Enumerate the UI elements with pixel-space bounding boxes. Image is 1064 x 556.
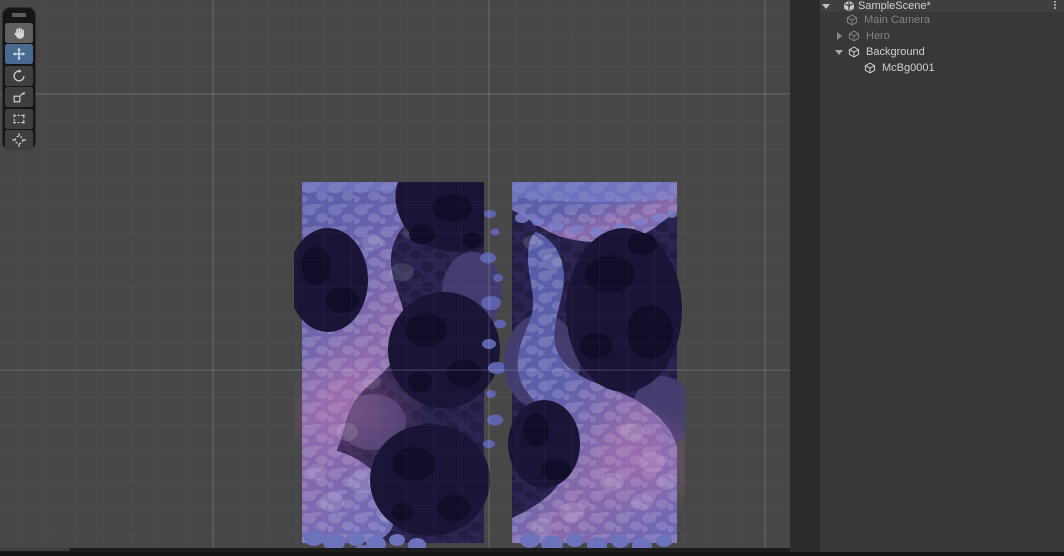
scene-viewport[interactable] bbox=[0, 0, 790, 548]
unity-editor-window: { "tool_overlay": { "tools": [ {"icon": … bbox=[0, 0, 1064, 556]
bottom-bar-notch bbox=[0, 548, 70, 551]
rect-icon bbox=[13, 114, 25, 123]
item-label: Background bbox=[866, 46, 925, 58]
foldout-expanded-icon[interactable] bbox=[822, 2, 830, 10]
gameobject-cube-icon bbox=[846, 14, 858, 26]
hierarchy-panel: SampleScene* Main Camera Hero Background… bbox=[790, 0, 1064, 552]
scale-tool-button[interactable] bbox=[5, 87, 33, 107]
move-icon bbox=[12, 47, 26, 61]
transform-icon bbox=[11, 132, 27, 148]
hierarchy-scene-row[interactable]: SampleScene* bbox=[820, 0, 1064, 12]
window-bottom-edge bbox=[0, 552, 1064, 556]
hierarchy-tree[interactable]: SampleScene* Main Camera Hero Background… bbox=[820, 0, 1064, 552]
pan-tool-button[interactable] bbox=[5, 22, 33, 43]
gameobject-cube-icon bbox=[864, 62, 876, 74]
hierarchy-item-main-camera[interactable]: Main Camera bbox=[820, 12, 1064, 28]
foldout-expanded-icon[interactable] bbox=[835, 48, 843, 56]
transform-tool-button[interactable] bbox=[5, 130, 33, 150]
hierarchy-item-mcbg0001[interactable]: McBg0001 bbox=[820, 60, 1064, 76]
rotate-tool-button[interactable] bbox=[5, 65, 33, 86]
move-tool-button[interactable] bbox=[5, 44, 33, 64]
foldout-collapsed-icon[interactable] bbox=[835, 32, 843, 40]
cave-background-tile-right[interactable] bbox=[504, 174, 685, 548]
overlay-drag-handle-icon[interactable] bbox=[12, 13, 26, 17]
gameobject-cube-icon bbox=[848, 30, 860, 42]
hierarchy-item-background[interactable]: Background bbox=[820, 44, 1064, 60]
panel-gutter bbox=[790, 0, 820, 552]
cave-background-tile-left[interactable] bbox=[294, 174, 508, 548]
scene-tools-overlay bbox=[3, 8, 35, 150]
scene-name: SampleScene* bbox=[858, 0, 931, 12]
item-label: McBg0001 bbox=[882, 62, 935, 74]
hand-icon bbox=[14, 27, 25, 39]
scale-icon bbox=[13, 91, 25, 103]
hierarchy-item-hero[interactable]: Hero bbox=[820, 28, 1064, 44]
item-label: Main Camera bbox=[864, 14, 931, 26]
item-label: Hero bbox=[866, 30, 890, 42]
kebab-menu-icon[interactable] bbox=[1050, 1, 1060, 11]
rotate-icon bbox=[13, 68, 25, 82]
gameobject-cube-icon bbox=[848, 46, 860, 58]
rect-tool-button[interactable] bbox=[5, 108, 33, 129]
scene-asset-icon bbox=[843, 0, 855, 12]
